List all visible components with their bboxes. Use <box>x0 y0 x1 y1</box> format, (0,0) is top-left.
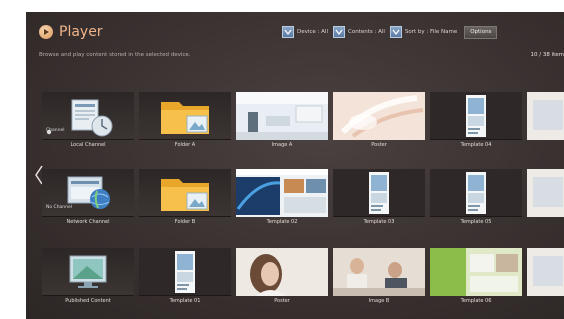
content-tile[interactable]: Poster <box>333 92 425 152</box>
tile-thumbnail <box>430 169 522 217</box>
tile-thumbnail <box>333 92 425 140</box>
tile-label: Image A <box>271 142 293 148</box>
tile-thumbnail <box>333 248 425 296</box>
channel-tag: No Channel <box>46 205 73 210</box>
tile-thumbnail <box>430 248 522 296</box>
chevron-down-icon <box>389 26 402 38</box>
play-icon <box>39 25 53 39</box>
device-dropdown[interactable]: Device : All <box>282 26 328 38</box>
tile-thumbnail <box>527 248 564 296</box>
content-tile[interactable]: Folder A <box>139 92 231 152</box>
toolbar: Device : All Contents : All Sort by : Fi… <box>282 25 498 39</box>
tile-label: Image B <box>368 298 390 304</box>
content-tile[interactable]: Image A <box>236 92 328 152</box>
tile-label: Local Channel <box>70 142 106 148</box>
tile-thumbnail: No Channel <box>42 169 134 217</box>
content-tile[interactable] <box>527 248 564 308</box>
content-tile[interactable]: Channel Local Channel <box>42 92 134 152</box>
tile-label: Folder A <box>174 142 196 148</box>
content-tile[interactable]: Template 01 <box>139 248 231 308</box>
page-subtitle: Browse and play content stored in the se… <box>39 52 191 58</box>
tile-label: Network Channel <box>66 219 110 225</box>
item-count: 10 / 38 item <box>530 52 564 58</box>
content-tile[interactable]: Ir <box>527 169 564 229</box>
header: Player <box>39 24 103 40</box>
tile-thumbnail <box>527 92 564 140</box>
tile-label: Template 04 <box>460 142 492 148</box>
content-tile[interactable]: No Channel Network Channel <box>42 169 134 229</box>
tile-label: Ir <box>527 219 564 225</box>
device-dropdown-label: Device : All <box>297 29 328 35</box>
content-tile[interactable]: Template 03 <box>333 169 425 229</box>
tile-thumbnail <box>236 92 328 140</box>
player-screen: Player Browse and play content stored in… <box>26 12 564 319</box>
sort-dropdown-label: Sort by : File Name <box>404 29 458 35</box>
contents-dropdown-label: Contents : All <box>347 29 385 35</box>
tile-thumbnail <box>139 169 231 217</box>
content-tile[interactable]: Published Content <box>42 248 134 308</box>
tile-label: Template 03 <box>363 219 395 225</box>
tile-label: Folder B <box>174 219 196 225</box>
chevron-down-icon <box>332 26 345 38</box>
tile-thumbnail <box>236 248 328 296</box>
tile-thumbnail <box>430 92 522 140</box>
tile-label: Template 06 <box>460 298 492 304</box>
content-tile[interactable]: Image B <box>333 248 425 308</box>
tile-label: Published Content <box>65 298 111 304</box>
tile-label: Template 01 <box>169 298 201 304</box>
tile-thumbnail <box>333 169 425 217</box>
channel-tag: Channel <box>46 128 65 133</box>
content-tile[interactable]: Poster <box>236 248 328 308</box>
page-title: Player <box>59 24 103 40</box>
tile-label: Poster <box>371 142 387 148</box>
chevron-down-icon <box>282 26 294 38</box>
content-tile[interactable]: Template 04 <box>430 92 522 152</box>
contents-dropdown[interactable]: Contents : All <box>332 26 385 38</box>
tile-label: Template 02 <box>266 219 298 225</box>
options-button[interactable]: Options <box>464 25 498 39</box>
sort-dropdown[interactable]: Sort by : File Name <box>389 26 458 38</box>
tile-thumbnail <box>139 248 231 296</box>
tile-thumbnail <box>42 248 134 296</box>
tile-thumbnail <box>139 92 231 140</box>
content-tile[interactable]: Template 06 <box>430 248 522 308</box>
content-tile[interactable]: Folder B <box>139 169 231 229</box>
content-tile[interactable]: Template 05 <box>430 169 522 229</box>
tile-thumbnail: Channel <box>42 92 134 140</box>
content-tile[interactable] <box>527 92 564 152</box>
tile-label: Template 05 <box>460 219 492 225</box>
tile-label: Poster <box>274 298 290 304</box>
tile-thumbnail <box>236 169 328 217</box>
tile-thumbnail <box>527 169 564 217</box>
content-tile[interactable]: Template 02 <box>236 169 328 229</box>
